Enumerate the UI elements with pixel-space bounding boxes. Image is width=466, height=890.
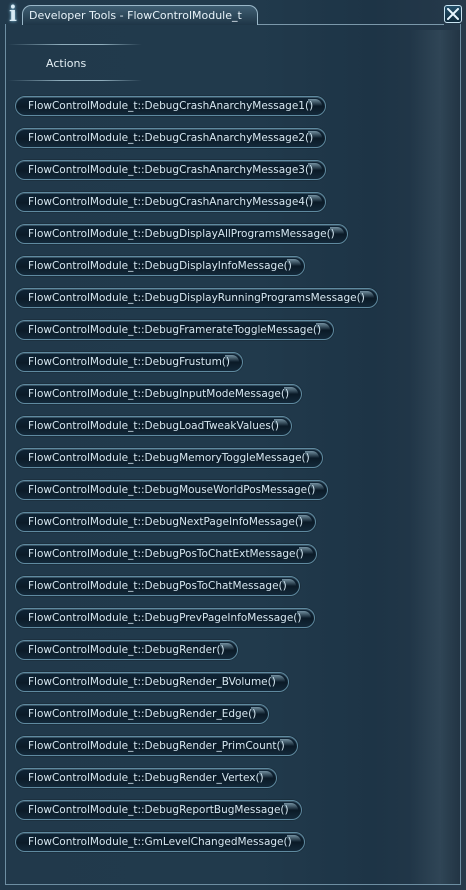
info-icon[interactable]: i: [4, 3, 22, 25]
action-button[interactable]: FlowControlModule_t::DebugRender_BVolume…: [15, 672, 289, 692]
action-button[interactable]: FlowControlModule_t::DebugPosToChatExtMe…: [15, 544, 317, 564]
action-button[interactable]: FlowControlModule_t::DebugDisplayInfoMes…: [15, 256, 305, 276]
action-button[interactable]: FlowControlModule_t::DebugCrashAnarchyMe…: [15, 128, 327, 148]
action-button[interactable]: FlowControlModule_t::DebugFramerateToggl…: [15, 320, 335, 340]
close-icon: [447, 8, 459, 20]
section-divider-bottom: [8, 80, 142, 81]
title-divider: [258, 24, 444, 25]
section-divider-top: [8, 44, 142, 45]
action-button[interactable]: FlowControlModule_t::DebugPosToChatMessa…: [15, 576, 300, 596]
section-title: Actions: [46, 57, 87, 70]
frame-left-border: [5, 24, 6, 884]
action-button[interactable]: FlowControlModule_t::DebugFrustum(): [15, 352, 243, 372]
action-button[interactable]: FlowControlModule_t::DebugReportBugMessa…: [15, 800, 302, 820]
action-button[interactable]: FlowControlModule_t::DebugCrashAnarchyMe…: [15, 160, 327, 180]
action-button[interactable]: FlowControlModule_t::DebugNextPageInfoMe…: [15, 512, 317, 532]
action-button[interactable]: FlowControlModule_t::DebugCrashAnarchyMe…: [15, 96, 327, 116]
close-button[interactable]: [444, 5, 462, 23]
action-button[interactable]: FlowControlModule_t::DebugRender_Vertex(…: [15, 768, 277, 788]
action-button[interactable]: FlowControlModule_t::DebugRender_PrimCou…: [15, 736, 298, 756]
actions-section-header: Actions: [8, 44, 142, 82]
action-list: FlowControlModule_t::DebugCrashAnarchyMe…: [15, 96, 445, 864]
action-button[interactable]: FlowControlModule_t::DebugDisplayAllProg…: [15, 224, 348, 244]
action-button[interactable]: FlowControlModule_t::DebugCrashAnarchyMe…: [15, 192, 327, 212]
action-button[interactable]: FlowControlModule_t::DebugInputModeMessa…: [15, 384, 303, 404]
window-title: Developer Tools - FlowControlModule_t: [29, 9, 242, 22]
action-button[interactable]: FlowControlModule_t::DebugMemoryToggleMe…: [15, 448, 323, 468]
developer-tools-window: i Developer Tools - FlowControlModule_t …: [0, 0, 466, 890]
title-bar[interactable]: i Developer Tools - FlowControlModule_t: [0, 0, 466, 30]
action-button[interactable]: FlowControlModule_t::DebugPrevPageInfoMe…: [15, 608, 315, 628]
title-tab: Developer Tools - FlowControlModule_t: [22, 5, 258, 25]
action-button[interactable]: FlowControlModule_t::DebugLoadTweakValue…: [15, 416, 293, 436]
action-button[interactable]: FlowControlModule_t::DebugRender(): [15, 640, 238, 660]
action-button[interactable]: FlowControlModule_t::DebugDisplayRunning…: [15, 288, 378, 308]
frame-bottom-border: [5, 884, 461, 885]
action-button[interactable]: FlowControlModule_t::DebugMouseWorldPosM…: [15, 480, 329, 500]
frame-right-border: [460, 24, 461, 884]
action-button[interactable]: FlowControlModule_t::DebugRender_Edge(): [15, 704, 270, 724]
action-button[interactable]: FlowControlModule_t::GmLevelChangedMessa…: [15, 832, 305, 852]
